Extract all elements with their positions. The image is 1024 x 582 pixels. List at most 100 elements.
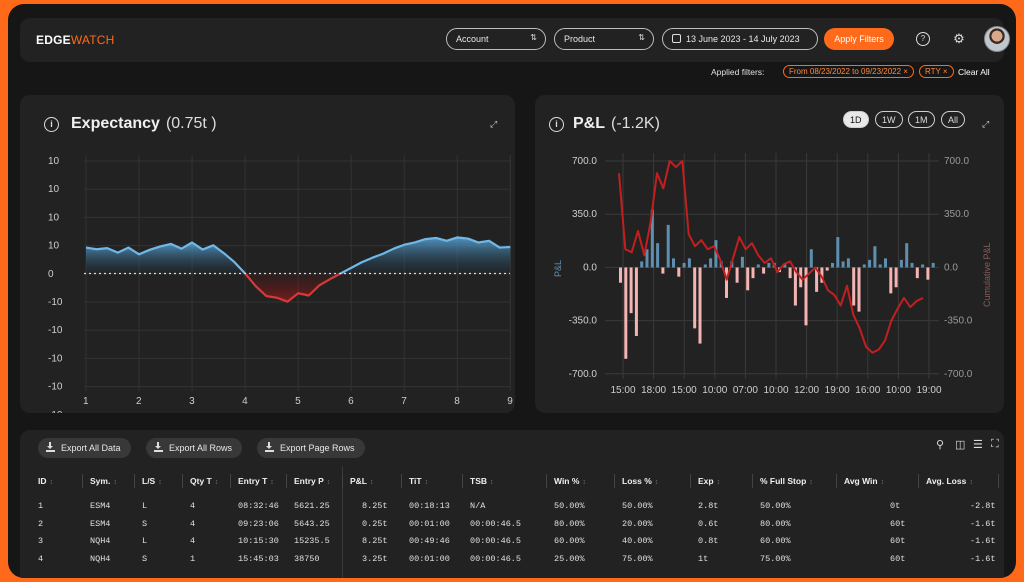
y-left-tick-label: -350.0 (569, 316, 598, 327)
product-dropdown[interactable]: Product ⇅ (554, 28, 654, 50)
filter-chip-date[interactable]: From 08/23/2022 to 09/23/2022 × (783, 65, 914, 78)
apply-filters-button[interactable]: Apply Filters (824, 28, 894, 50)
column-header[interactable]: Entry T ↕ (238, 476, 274, 486)
filter-chip-symbol[interactable]: RTY × (919, 65, 954, 78)
fullscreen-icon[interactable]: ⛶ (991, 438, 999, 451)
export-all-data-button[interactable]: Export All Data (38, 438, 131, 458)
pnl-bar (889, 267, 893, 294)
table-cell: 3.25t (362, 553, 388, 564)
columns-icon[interactable]: ◫ (955, 438, 965, 451)
column-separator[interactable] (230, 474, 231, 488)
help-icon[interactable]: ? (916, 32, 930, 46)
table-cell: 0t (890, 501, 901, 511)
column-separator[interactable] (182, 474, 183, 488)
column-header[interactable]: % Full Stop ↕ (760, 476, 813, 486)
column-separator[interactable] (286, 474, 287, 488)
column-separator[interactable] (752, 474, 753, 488)
pnl-bar (857, 267, 861, 312)
x-tick-label: 12:00 (794, 385, 819, 396)
sort-icon[interactable]: ↕ (881, 479, 885, 486)
table-cell: 00:00:46.5 (470, 518, 522, 529)
column-separator[interactable] (836, 474, 837, 488)
x-tick-label: 6 (348, 396, 354, 407)
column-separator[interactable] (546, 474, 547, 488)
date-range-picker[interactable]: 13 June 2023 - 14 July 2023 (662, 28, 818, 50)
column-separator[interactable] (462, 474, 463, 488)
y-left-tick-label: 350.0 (572, 209, 597, 220)
pnl-bar (762, 267, 766, 274)
sort-icon[interactable]: ↕ (490, 479, 494, 486)
table-cell: NQH4 (90, 536, 111, 546)
sort-icon[interactable]: ↕ (717, 479, 721, 486)
clear-all-button[interactable]: Clear All (958, 67, 990, 77)
column-header[interactable]: Avg Win ↕ (844, 476, 884, 486)
table-cell: 50.00% (622, 501, 653, 511)
column-header[interactable]: L/S ↕ (142, 476, 162, 486)
positive-area (86, 242, 246, 274)
density-icon[interactable]: ☰ (973, 438, 983, 451)
column-separator[interactable] (690, 474, 691, 488)
sort-icon[interactable]: ↕ (655, 479, 659, 486)
pnl-bar (693, 267, 697, 329)
column-separator[interactable] (401, 474, 402, 488)
x-tick-label: 1 (83, 396, 89, 407)
pnl-panel: i P&L (-1.2K) 1D 1W 1M All ⤢ 700.0 700.0 35… (535, 95, 1004, 413)
sort-icon[interactable]: ↕ (969, 479, 973, 486)
column-separator[interactable] (342, 474, 343, 488)
pnl-bar (862, 264, 866, 268)
pnl-bar (756, 264, 760, 268)
sort-icon[interactable]: ↕ (425, 479, 429, 486)
column-header[interactable]: Loss % ↕ (622, 476, 658, 486)
search-icon[interactable]: ⚲ (936, 438, 944, 451)
table-cell: 2 (38, 518, 44, 529)
sort-icon[interactable]: ↕ (327, 479, 331, 486)
column-header[interactable]: Qty T ↕ (190, 476, 218, 486)
column-separator[interactable] (82, 474, 83, 488)
column-header[interactable]: P&L ↕ (350, 476, 374, 486)
x-tick-label: 19:00 (825, 385, 850, 396)
column-separator[interactable] (918, 474, 919, 488)
column-header[interactable]: Exp ↕ (698, 476, 720, 486)
gear-icon[interactable]: ⚙ (952, 32, 966, 46)
column-header[interactable]: Sym. ↕ (90, 476, 117, 486)
y-tick-label: 10 (48, 241, 60, 252)
column-header-label: Sym. (90, 476, 111, 486)
sort-icon[interactable]: ↕ (582, 479, 586, 486)
account-dropdown[interactable]: Account ⇅ (446, 28, 546, 50)
avatar[interactable] (984, 26, 1010, 52)
column-header[interactable]: Win % ↕ (554, 476, 586, 486)
table-cell: 4 (190, 501, 196, 511)
column-separator[interactable] (998, 474, 999, 488)
sort-icon[interactable]: ↕ (809, 479, 813, 486)
pnl-bar (767, 262, 771, 268)
download-icon (265, 442, 274, 452)
chevron-updown-icon: ⇅ (530, 33, 537, 42)
table-cell: 80.00% (760, 518, 791, 529)
column-separator[interactable] (614, 474, 615, 488)
column-separator[interactable] (134, 474, 135, 488)
column-header-label: Entry T (238, 476, 268, 486)
column-header-label: L/S (142, 476, 156, 486)
column-header[interactable]: ID ↕ (38, 476, 53, 486)
table-cell: 50.00% (760, 501, 791, 511)
sort-icon[interactable]: ↕ (158, 479, 162, 486)
sort-icon[interactable]: ↕ (215, 479, 219, 486)
app-logo[interactable]: EDGEWATCH (36, 33, 114, 47)
column-header[interactable]: TiT ↕ (409, 476, 428, 486)
column-header[interactable]: Avg. Loss ↕ (926, 476, 973, 486)
sort-icon[interactable]: ↕ (370, 479, 374, 486)
sort-icon[interactable]: ↕ (50, 479, 54, 486)
pnl-bar (666, 224, 670, 268)
column-header[interactable]: TSB ↕ (470, 476, 494, 486)
pnl-bar (735, 267, 739, 283)
table-cell: 8.25t (362, 501, 388, 511)
export-all-rows-button[interactable]: Export All Rows (146, 438, 243, 458)
sort-icon[interactable]: ↕ (113, 479, 117, 486)
column-header[interactable]: Entry P ↕ (294, 476, 330, 486)
table-cell: -2.8t (970, 501, 996, 511)
table-cell: 4 (190, 518, 196, 529)
x-tick-label: 9 (507, 396, 513, 407)
sort-icon[interactable]: ↕ (270, 479, 274, 486)
export-page-rows-button[interactable]: Export Page Rows (257, 438, 365, 458)
pnl-bar (709, 258, 713, 268)
